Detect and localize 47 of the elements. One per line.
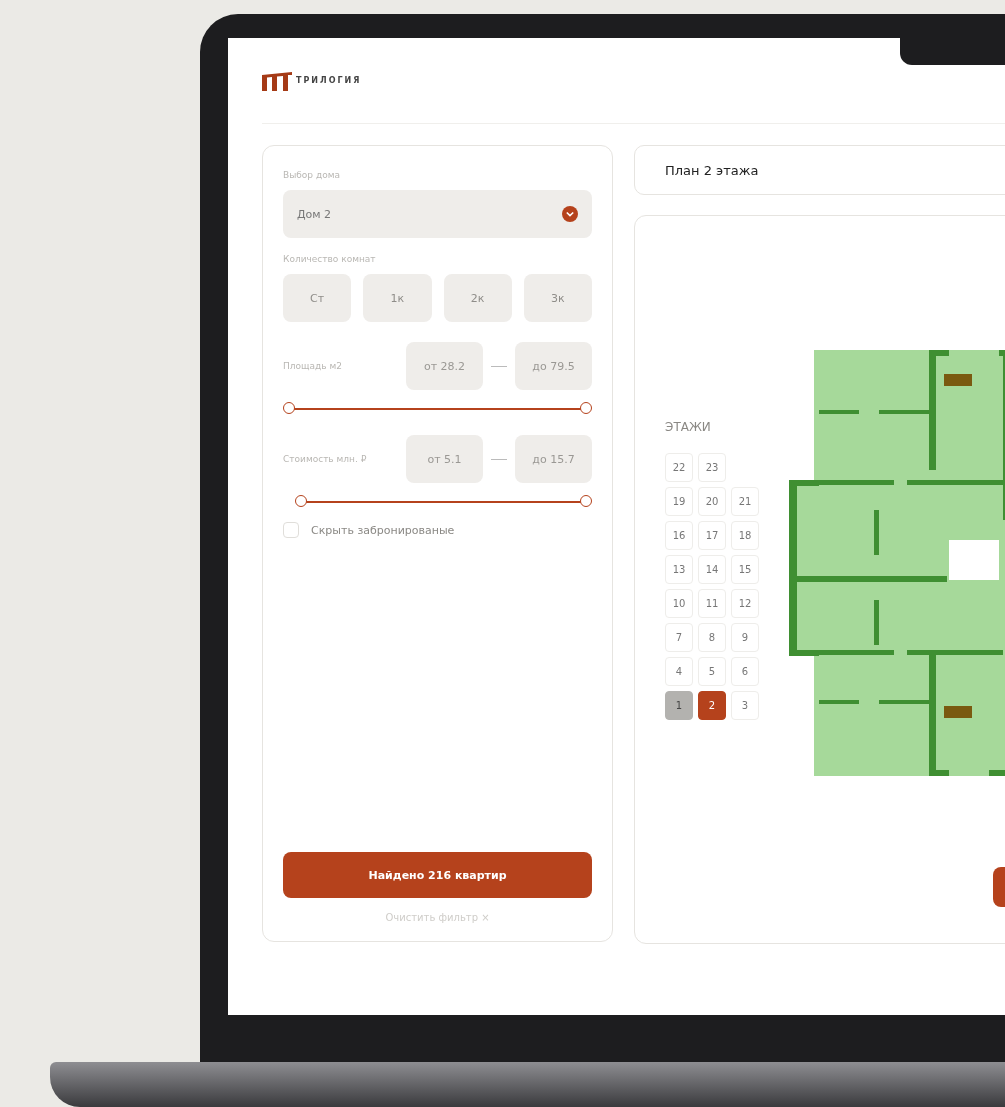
min-field[interactable]: от 28.2: [406, 342, 483, 390]
floor-button[interactable]: 6: [731, 657, 759, 686]
room-button[interactable]: 1к: [363, 274, 432, 322]
floor-button[interactable]: 20: [698, 487, 726, 516]
slider-thumb[interactable]: [580, 402, 592, 414]
room-button[interactable]: 2к: [443, 274, 512, 322]
max-field[interactable]: до 79.5: [515, 342, 592, 390]
floor-button[interactable]: 10: [665, 589, 693, 618]
plan-title: План 2 этажа: [665, 162, 759, 178]
floor-button[interactable]: 5: [698, 657, 726, 686]
floor-button[interactable]: 11: [698, 589, 726, 618]
floor-button[interactable]: 15: [731, 555, 759, 584]
floor-button[interactable]: 21: [731, 487, 759, 516]
field-label: Выбор дома: [283, 170, 341, 180]
field-label: Площадь м2: [283, 361, 343, 371]
floor-button[interactable]: 19: [665, 487, 693, 516]
checkbox[interactable]: [283, 522, 299, 538]
field-label: Стоимость млн. ₽: [283, 454, 368, 464]
results-button[interactable]: Найдено 216 квартир: [283, 852, 592, 898]
room-button[interactable]: 3к: [523, 274, 592, 322]
slider-thumb[interactable]: [283, 402, 295, 414]
floor-button[interactable]: 22: [665, 453, 693, 482]
max-field[interactable]: до 15.7: [515, 435, 592, 483]
floor-button[interactable]: 17: [698, 521, 726, 550]
floor-button[interactable]: 18: [731, 521, 759, 550]
floor-button[interactable]: 12: [731, 589, 759, 618]
min-field[interactable]: от 5.1: [406, 435, 483, 483]
chevron-down-icon: [562, 206, 578, 222]
slider-thumb[interactable]: [295, 495, 307, 507]
floor-button[interactable]: 9: [731, 623, 759, 652]
field-label: Количество комнат: [283, 254, 377, 264]
floor-button[interactable]: 4: [665, 657, 693, 686]
floor-button[interactable]: 8: [698, 623, 726, 652]
floor-button[interactable]: 13: [665, 555, 693, 584]
floor-button[interactable]: 14: [698, 555, 726, 584]
floors-label: ЭТАЖИ: [665, 420, 712, 434]
checkbox-label: Скрыть забронированые: [311, 523, 455, 537]
logo-text: ТРИЛОГИЯ: [296, 76, 362, 85]
slider-thumb[interactable]: [580, 495, 592, 507]
house-select[interactable]: Дом 2: [283, 190, 592, 238]
logo-icon: [262, 70, 292, 91]
floor-button[interactable]: 23: [698, 453, 726, 482]
floor-button[interactable]: 7: [665, 623, 693, 652]
floor-button[interactable]: 3: [731, 691, 759, 720]
floor-button[interactable]: 2: [698, 691, 726, 720]
room-button[interactable]: Ст: [283, 274, 352, 322]
floor-button[interactable]: 16: [665, 521, 693, 550]
